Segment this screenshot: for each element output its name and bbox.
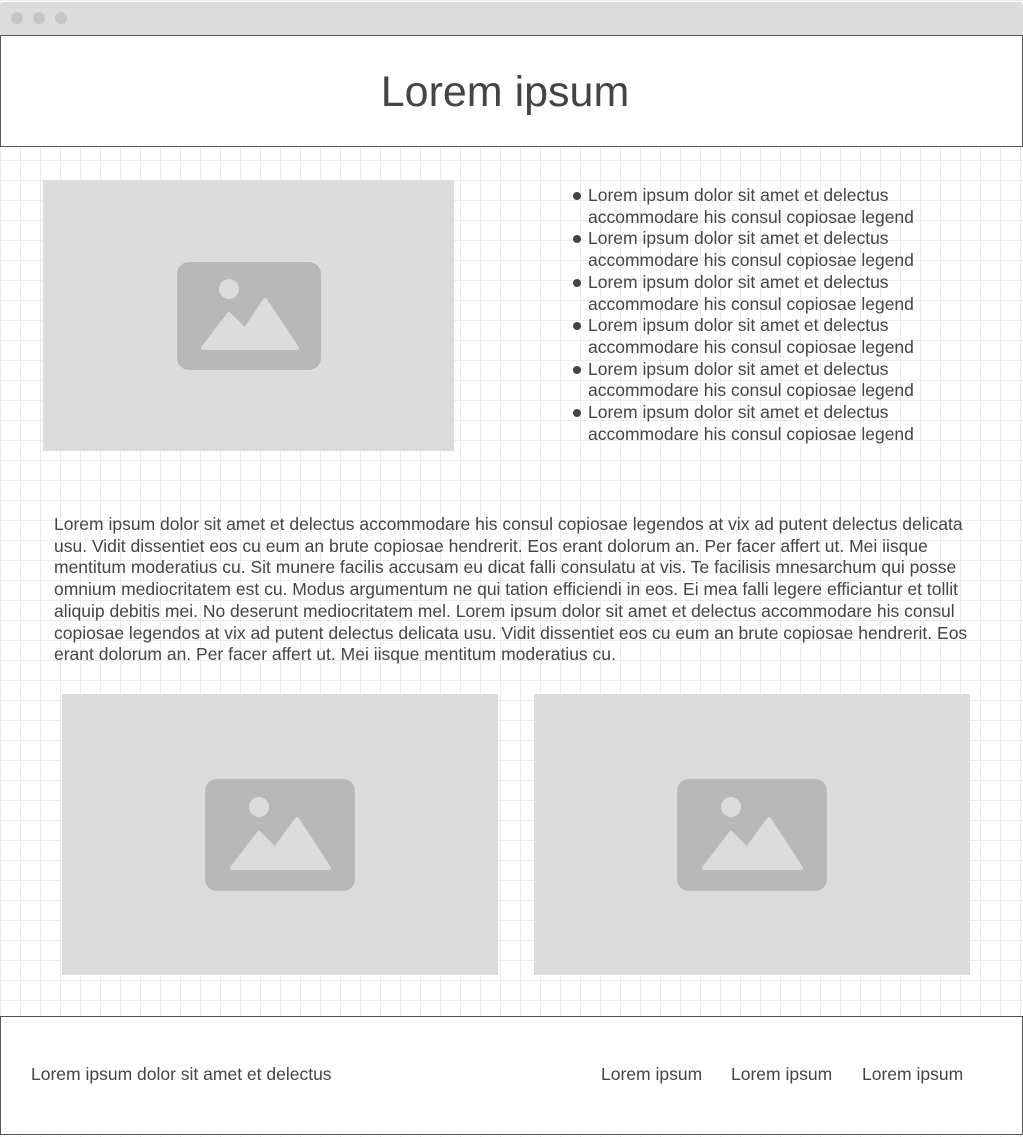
footer-text: Lorem ipsum dolor sit amet et delectus [31, 1064, 332, 1084]
window-minimize-dot[interactable] [33, 12, 45, 24]
footer-link-3[interactable]: Lorem ipsum [862, 1063, 963, 1085]
window-close-dot[interactable] [11, 12, 23, 24]
body-paragraph: Lorem ipsum dolor sit amet et delectus a… [54, 514, 968, 665]
window-maximize-dot[interactable] [55, 12, 67, 24]
page-footer: Lorem ipsum dolor sit amet et delectus L… [0, 1016, 1023, 1135]
image-placeholder-icon [177, 262, 321, 370]
page-title: Lorem ipsum [380, 68, 630, 116]
list-item: Lorem ipsum dolor sit amet et delectus a… [573, 185, 993, 228]
image-placeholder-icon [677, 779, 827, 891]
page-header: Lorem ipsum [0, 35, 1023, 147]
gallery-image-right [534, 694, 970, 975]
list-item: Lorem ipsum dolor sit amet et delectus a… [573, 359, 993, 402]
footer-link-2[interactable]: Lorem ipsum [731, 1063, 832, 1085]
list-item: Lorem ipsum dolor sit amet et delectus a… [573, 272, 993, 315]
footer-link-1[interactable]: Lorem ipsum [601, 1063, 702, 1085]
gallery-image-left [62, 694, 498, 975]
bullet-list: Lorem ipsum dolor sit amet et delectus a… [573, 185, 993, 445]
image-placeholder-icon [205, 779, 355, 891]
list-item: Lorem ipsum dolor sit amet et delectus a… [573, 228, 993, 271]
list-item: Lorem ipsum dolor sit amet et delectus a… [573, 315, 993, 358]
list-item: Lorem ipsum dolor sit amet et delectus a… [573, 402, 993, 445]
window-title-bar [0, 2, 1023, 35]
header-top-rule [0, 35, 1023, 36]
hero-image-placeholder [43, 180, 454, 451]
